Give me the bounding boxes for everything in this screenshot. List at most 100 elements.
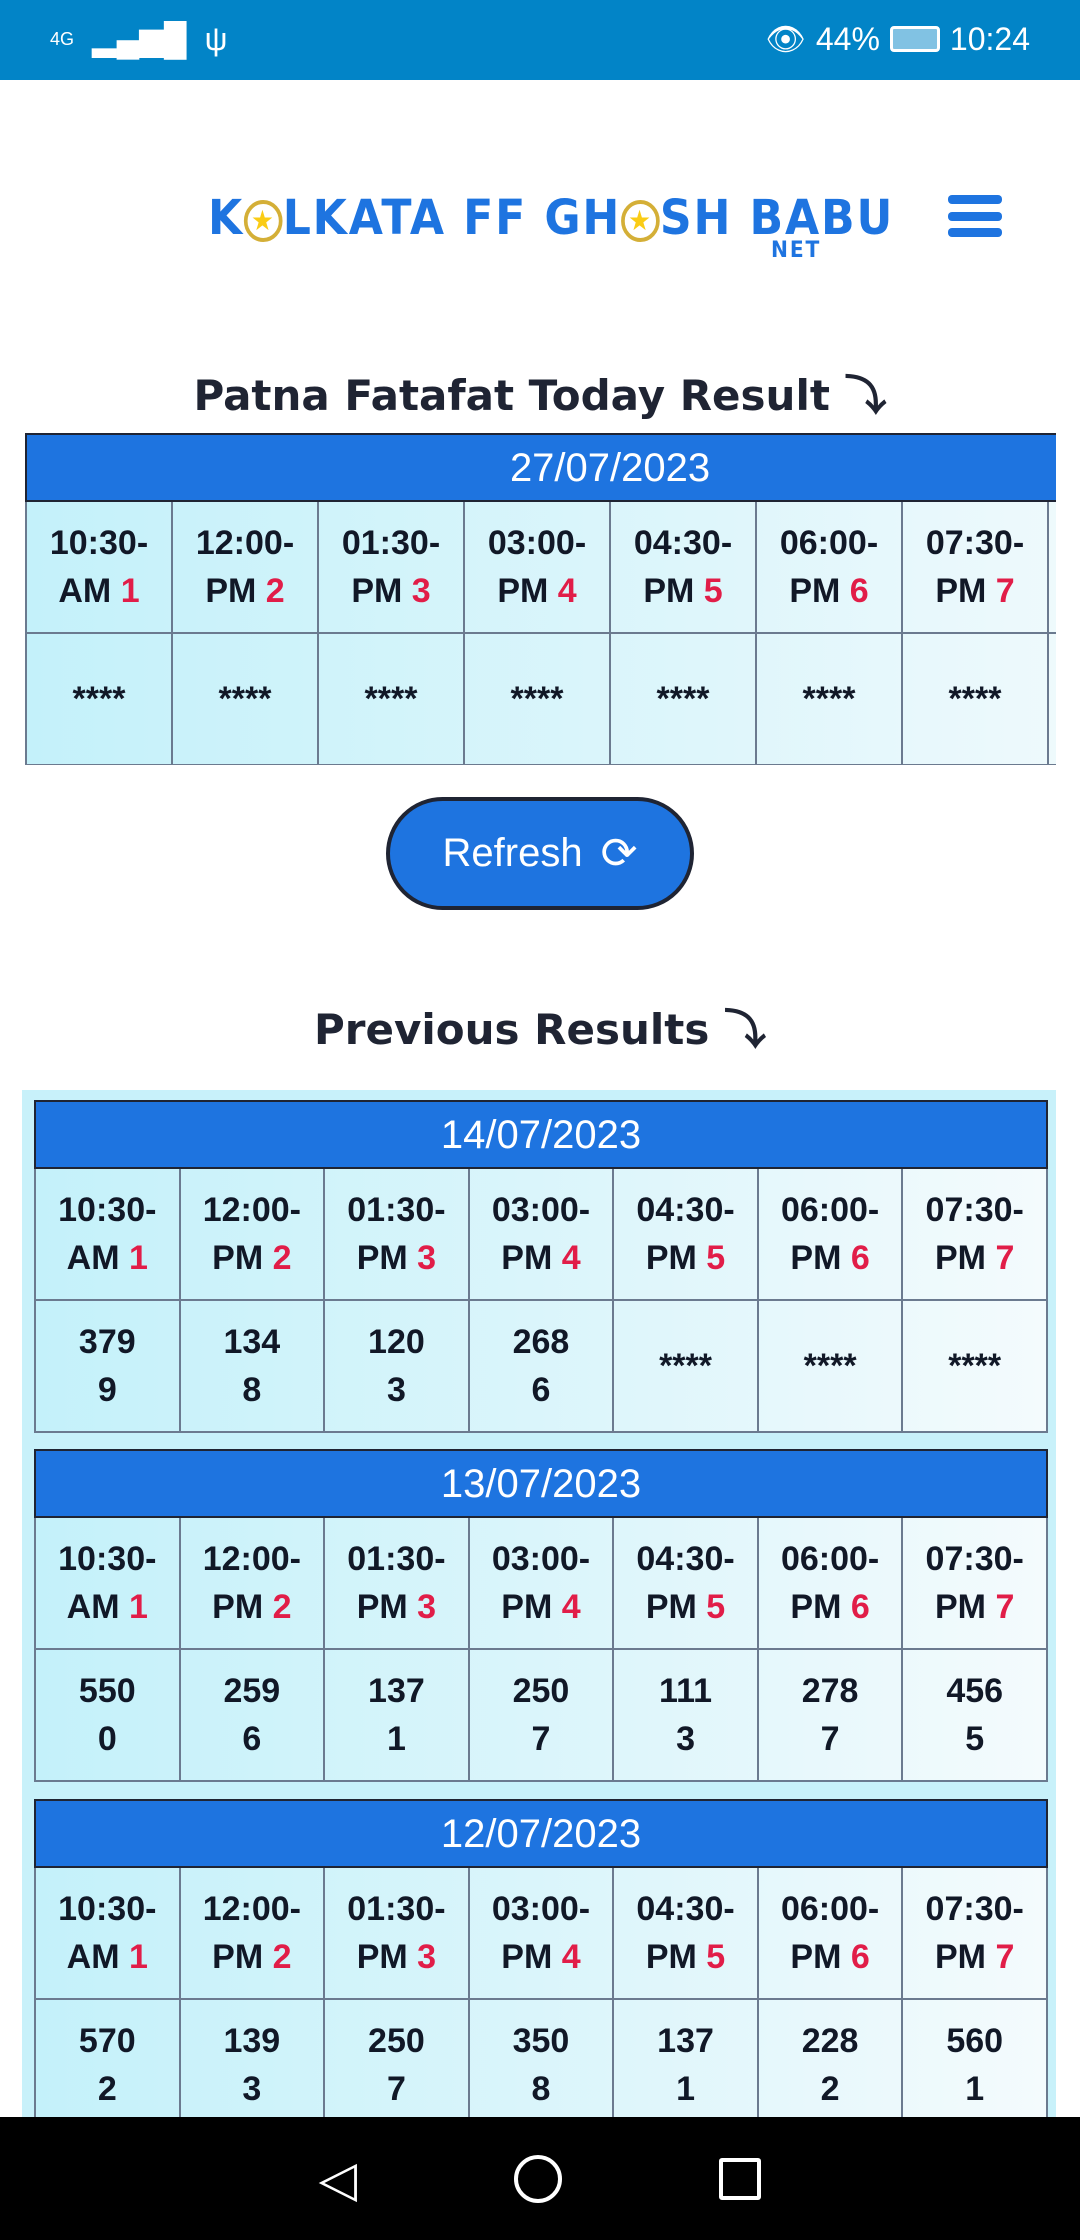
result-value-text: 1371 xyxy=(368,1672,425,1758)
slot-ampm: PM xyxy=(935,572,987,610)
result-value-text: 1371 xyxy=(657,2022,714,2108)
slot-number: 6 xyxy=(850,1938,870,1976)
slot-ampm: PM xyxy=(212,1239,264,1277)
result-value-text: 3799 xyxy=(78,1323,136,1409)
slot-ampm: PM xyxy=(356,1938,408,1976)
slot-ampm: PM xyxy=(351,572,403,610)
result-value-text: 2787 xyxy=(801,1672,859,1758)
slot-time: 06:00- xyxy=(779,524,879,562)
slot-number: 5 xyxy=(706,1588,726,1626)
slot-number: 4 xyxy=(561,1938,581,1976)
result-date: 14/07/2023 xyxy=(34,1100,1048,1169)
result-value: **** xyxy=(901,632,1049,765)
home-icon[interactable] xyxy=(514,2154,563,2203)
result-value: 2282 xyxy=(756,1998,904,2132)
network-label: 4G xyxy=(50,28,75,49)
slot-number: 6 xyxy=(849,572,869,610)
slot-header: 10:30- AM 1 xyxy=(34,1866,181,2000)
slot-time: 12:00- xyxy=(202,1890,301,1928)
slot-number: 6 xyxy=(850,1239,870,1277)
star-icon: ★ xyxy=(621,200,660,242)
refresh-button[interactable]: Refresh ⟳ xyxy=(386,797,694,910)
slot-time: 01:30- xyxy=(341,524,441,562)
slot-time: 01:30- xyxy=(347,1540,446,1578)
result-value-text: 2686 xyxy=(512,1323,570,1409)
battery-charging-icon xyxy=(889,26,940,52)
result-value: 5500 xyxy=(34,1648,181,1782)
result-value: 1203 xyxy=(323,1299,470,1433)
slot-time: 04:30- xyxy=(636,1890,735,1928)
result-value-text: **** xyxy=(659,1347,712,1385)
slot-ampm: PM xyxy=(935,1588,986,1626)
result-value: 2686 xyxy=(467,1299,615,1433)
slot-ampm: PM xyxy=(212,1588,264,1626)
slot-number: 7 xyxy=(995,1239,1015,1277)
result-date: 12/07/2023 xyxy=(34,1799,1048,1868)
usb-icon: ψ xyxy=(204,20,228,57)
eye-comfort-icon: 👁 xyxy=(765,21,806,57)
slot-header: 03:00- PM 4 xyxy=(467,1516,615,1650)
slot-header: 04:30- PM 5 xyxy=(612,1866,759,2000)
refresh-icon: ⟳ xyxy=(600,829,638,878)
slot-time: 12:00- xyxy=(202,1540,301,1578)
clock: 10:24 xyxy=(949,20,1030,57)
slot-ampm: PM xyxy=(789,572,841,610)
slot-number: 2 xyxy=(265,572,285,610)
slot-header: 12:00- PM 2 xyxy=(178,1516,326,1650)
slot-ampm: PM xyxy=(205,572,257,610)
slot-ampm: PM xyxy=(790,1239,842,1277)
result-value-text: 1393 xyxy=(223,2022,281,2108)
hamburger-icon[interactable] xyxy=(948,195,1002,237)
slot-number: 2 xyxy=(272,1588,292,1626)
slot-ampm: AM xyxy=(58,572,112,610)
slot-header: 01:30- PM 3 xyxy=(323,1866,470,2000)
slot-ampm: PM xyxy=(645,1239,697,1277)
slot-time: 06:00- xyxy=(780,1191,880,1229)
slot-ampm: PM xyxy=(497,572,549,610)
slot-time: 07:30- xyxy=(925,1540,1024,1578)
result-date: 27/07/2023 xyxy=(25,433,1056,502)
slot-header: 06:00- PM 6 xyxy=(756,1167,904,1301)
result-value: **** xyxy=(901,1299,1048,1433)
result-value: 2507 xyxy=(323,1998,470,2132)
signal-icon: ▂▄▆█ xyxy=(92,21,187,57)
slot-header: 06:00- PM 6 xyxy=(756,1866,904,2000)
battery-level: 44% xyxy=(815,20,880,57)
site-logo[interactable]: K ★ LKATA FF GH ★ SH BABU NET xyxy=(208,190,894,263)
slot-header: 06:00- PM 6 xyxy=(755,500,903,634)
result-value: **** xyxy=(756,1299,904,1433)
slot-header: 10:30- AM 1 xyxy=(34,1516,181,1650)
result-value-text: 4565 xyxy=(946,1672,1004,1758)
slot-ampm: PM xyxy=(501,1239,553,1277)
result-value-text: **** xyxy=(948,680,1002,718)
slot-number: 4 xyxy=(557,572,577,610)
refresh-label: Refresh xyxy=(442,831,583,875)
slot-ampm: PM xyxy=(645,1588,697,1626)
slot-number: 2 xyxy=(272,1239,292,1277)
slot-header xyxy=(1046,500,1056,634)
slot-ampm: PM xyxy=(212,1938,264,1976)
result-value: 2596 xyxy=(178,1648,326,1782)
slot-header: 03:00- PM 4 xyxy=(467,1866,615,2000)
result-value-text: 1203 xyxy=(368,1323,425,1409)
recents-icon[interactable] xyxy=(719,2157,762,2200)
slot-header: 10:30- AM 1 xyxy=(25,500,173,634)
result-value xyxy=(1046,632,1056,765)
slot-number: 1 xyxy=(128,1938,148,1976)
slot-time: 06:00- xyxy=(780,1540,880,1578)
result-value-text: 1348 xyxy=(223,1323,281,1409)
previous-result-table: 14/07/2023 10:30- AM 1 12:00- PM 2 01:30- PM 3… xyxy=(34,1100,1048,1434)
slot-time: 07:30- xyxy=(925,524,1025,562)
result-value-text: 5601 xyxy=(946,2022,1004,2108)
slot-ampm: PM xyxy=(501,1938,553,1976)
slot-number: 4 xyxy=(561,1588,581,1626)
slot-ampm: PM xyxy=(790,1938,842,1976)
result-value: 3508 xyxy=(467,1998,615,2132)
slot-header: 04:30- PM 5 xyxy=(609,500,757,634)
slot-number: 3 xyxy=(417,1938,437,1976)
result-value: 1113 xyxy=(612,1648,759,1782)
slot-header: 04:30- PM 5 xyxy=(612,1516,759,1650)
back-icon[interactable]: ◁ xyxy=(319,2150,357,2208)
slot-time: 07:30- xyxy=(925,1890,1024,1928)
today-title: Patna Fatafat Today Result ⤵ xyxy=(193,371,887,420)
